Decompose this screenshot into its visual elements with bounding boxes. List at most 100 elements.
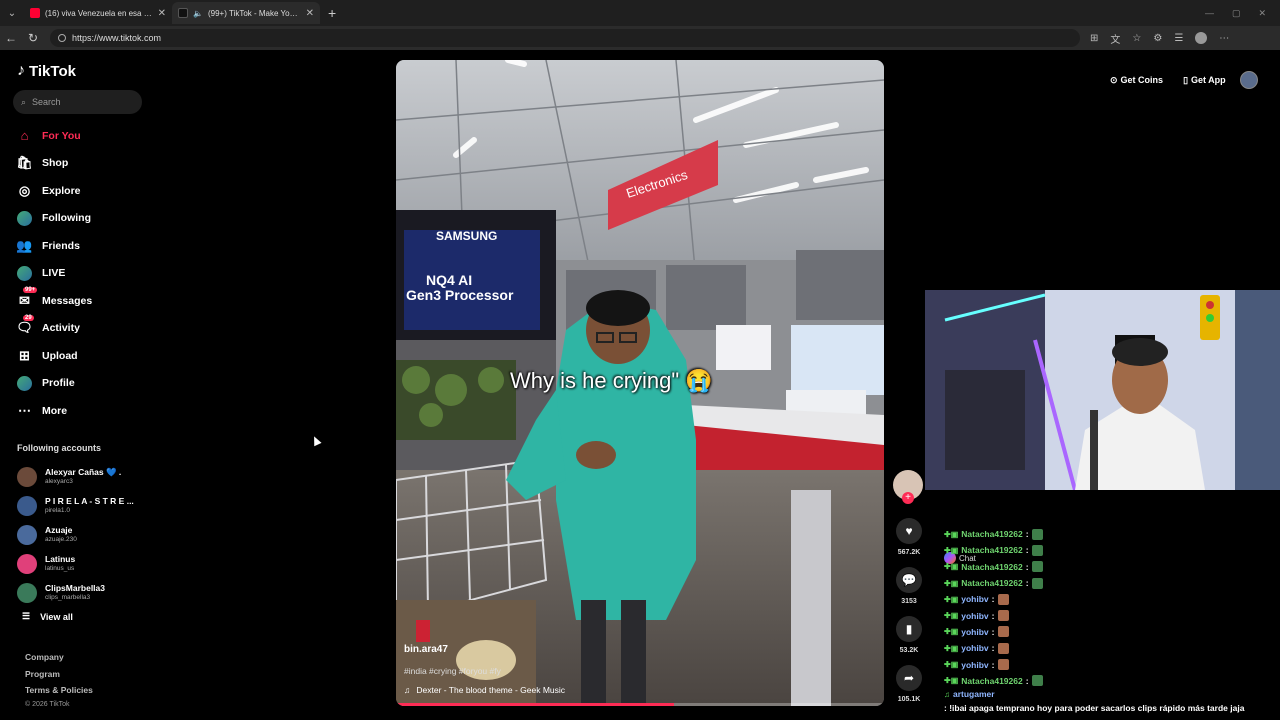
site-info-icon[interactable] <box>58 34 66 42</box>
get-coins-button[interactable]: ⊙ Get Coins <box>1104 70 1169 90</box>
chat-username[interactable]: Natacha419262 <box>961 529 1022 539</box>
chat-username[interactable]: Natacha419262 <box>961 676 1022 686</box>
upload-icon: ⊞ <box>19 347 30 363</box>
nav-item-activity[interactable]: 🗨 29 Activity <box>0 314 160 343</box>
account-avatar <box>17 582 37 603</box>
video-music[interactable]: ♫ Dexter - The blood theme - Geek Music <box>404 685 565 695</box>
crying-emoji-icon: 😭 <box>685 368 713 393</box>
scene-tv-line1: NQ4 AI <box>426 272 472 288</box>
video-progress-bar[interactable] <box>396 703 884 706</box>
chat-message: ✚▣ yohibv: <box>944 624 1280 640</box>
footer-link-terms[interactable]: Terms & Policies <box>25 685 93 702</box>
home-icon: ⌂ <box>20 128 29 144</box>
nav-item-shop[interactable]: 🛍 Shop <box>0 150 160 178</box>
chat-username[interactable]: yohibv <box>961 643 988 653</box>
speaker-icon[interactable]: 🔈 <box>193 9 203 18</box>
list-icon: ☰ <box>22 611 31 621</box>
new-tab-button[interactable]: + <box>328 5 336 21</box>
chat-username[interactable]: Natacha419262 <box>961 578 1022 588</box>
nav-item-more[interactable]: ⋯ More <box>0 397 160 425</box>
video-player[interactable]: Electronics SAMSUNG NQ4 AI Gen3 Processo… <box>396 60 884 706</box>
browser-tab-youtube[interactable]: (16) viva Venezuela en esa mierda ✕ <box>24 2 172 24</box>
nav-item-label: Shop <box>42 157 69 170</box>
tiktok-logo[interactable]: ♪ TikTok <box>17 62 76 80</box>
favorite-star-icon[interactable]: ☆ <box>1132 33 1141 44</box>
chat-username[interactable]: Natacha419262 <box>961 545 1022 555</box>
creator-avatar[interactable]: + <box>893 470 923 504</box>
nav-item-for-you[interactable]: ⌂ For You <box>0 122 160 150</box>
chat-emote-icon <box>1031 528 1043 540</box>
translate-icon[interactable]: 文 <box>1110 31 1120 46</box>
following-accounts-list: Alexyar Cañas 💙 . alexyarc3 P I R E L A - … <box>17 463 157 607</box>
nav-item-explore[interactable]: ◎ Explore <box>0 177 160 205</box>
close-window-icon[interactable]: ✕ <box>1258 8 1266 19</box>
get-app-label: Get App <box>1191 75 1226 85</box>
following-account-item[interactable]: ClipsMarbella3 clips_marbella3 <box>17 578 157 607</box>
following-account-item[interactable]: Azuaje azuaje.230 <box>17 521 157 550</box>
compass-icon: ◎ <box>18 182 31 198</box>
maximize-icon[interactable]: ▢ <box>1232 8 1241 19</box>
account-names: Azuaje azuaje.230 <box>45 525 77 545</box>
nav-item-label: Explore <box>42 184 81 197</box>
video-actions: + ♥ 567.2K 💬 3153 ▮ 53.2K ➦ 105.1K <box>893 470 925 703</box>
extensions-icon[interactable]: ⚙ <box>1153 33 1162 44</box>
chat-username[interactable]: yohibv <box>961 611 988 621</box>
refresh-icon[interactable]: ↻ <box>22 31 44 45</box>
app-available-icon[interactable]: ⊞ <box>1090 33 1098 44</box>
footer-link-program[interactable]: Program <box>25 669 93 686</box>
chat-message: ✚▣ yohibv: <box>944 656 1280 672</box>
following-account-item[interactable]: P I R E L A - S T R E ... pirela1.0 <box>17 492 157 521</box>
following-account-item[interactable]: Latinus latinus_us <box>17 549 157 578</box>
browser-tab-tiktok[interactable]: 🔈 (99+) TikTok - Make Your Day ✕ <box>172 2 320 24</box>
nav-item-upload[interactable]: ⊞ Upload <box>0 342 160 370</box>
bookmark-icon[interactable]: ▮ <box>896 616 922 642</box>
get-app-button[interactable]: ▯ Get App <box>1177 70 1232 90</box>
heart-icon[interactable]: ♥ <box>896 518 922 544</box>
nav-item-following[interactable]: Following <box>0 205 160 233</box>
chat-separator: : <box>1025 561 1029 572</box>
video-author[interactable]: bin.ara47 <box>404 644 448 655</box>
following-accounts-title: Following accounts <box>17 443 102 453</box>
nav-item-profile[interactable]: Profile <box>0 370 160 398</box>
profile-avatar-icon[interactable] <box>1195 32 1208 44</box>
more-menu-icon[interactable]: ⋯ <box>1219 33 1229 44</box>
chat-emote-icon <box>1031 544 1043 556</box>
account-names: Alexyar Cañas 💙 . alexyarc3 <box>45 467 121 487</box>
webcam-illustration <box>925 290 1280 490</box>
following-account-item[interactable]: Alexyar Cañas 💙 . alexyarc3 <box>17 463 157 492</box>
chat-separator: : <box>1025 578 1029 589</box>
coin-icon: ⊙ <box>1110 74 1118 85</box>
user-avatar[interactable] <box>1239 71 1258 89</box>
tab-list-chevron-icon[interactable]: ⌄ <box>0 0 24 26</box>
music-note-icon: ♫ <box>404 685 411 695</box>
nav-item-friends[interactable]: 👥 Friends <box>0 232 160 260</box>
friends-icon: 👥 <box>16 237 33 253</box>
comment-icon[interactable]: 💬 <box>896 567 922 593</box>
account-name: ClipsMarbella3 <box>45 582 105 593</box>
back-arrow-icon[interactable]: ← <box>0 31 22 45</box>
follow-plus-icon[interactable]: + <box>902 492 914 504</box>
chat-username[interactable]: Natacha419262 <box>961 562 1022 572</box>
chat-username[interactable]: yohibv <box>961 660 988 670</box>
more-icon: ⋯ <box>18 402 31 418</box>
url-field[interactable]: https://www.tiktok.com <box>50 29 1080 47</box>
nav-item-live[interactable]: LIVE <box>0 260 160 288</box>
chat-message: ♫ artugamer: !ibai apaga temprano hoy par… <box>944 689 1280 714</box>
nav-item-messages[interactable]: ✉ 99+ Messages <box>0 287 160 315</box>
view-all-button[interactable]: ☰ View all <box>22 611 73 622</box>
collections-icon[interactable]: ☰ <box>1174 33 1183 44</box>
chat-username[interactable]: yohibv <box>961 594 988 604</box>
minimize-icon[interactable]: — <box>1205 8 1214 19</box>
share-icon[interactable]: ➦ <box>896 665 922 691</box>
chat-message: ✚▣ Natacha419262: <box>944 526 1280 542</box>
chat-username[interactable]: yohibv <box>961 627 988 637</box>
music-title: Dexter - The blood theme - Geek Music <box>416 685 566 695</box>
close-tab-icon[interactable]: ✕ <box>306 8 314 19</box>
close-tab-icon[interactable]: ✕ <box>158 8 166 19</box>
video-hashtags[interactable]: #india #crying #foryou #fy <box>404 666 501 676</box>
comment-action: 💬 3153 <box>895 567 923 605</box>
search-input[interactable]: ⌕ Search <box>13 90 142 114</box>
chat-username[interactable]: artugamer <box>953 689 995 700</box>
nav-item-label: Activity <box>42 322 80 335</box>
footer-link-company[interactable]: Company <box>25 652 93 669</box>
